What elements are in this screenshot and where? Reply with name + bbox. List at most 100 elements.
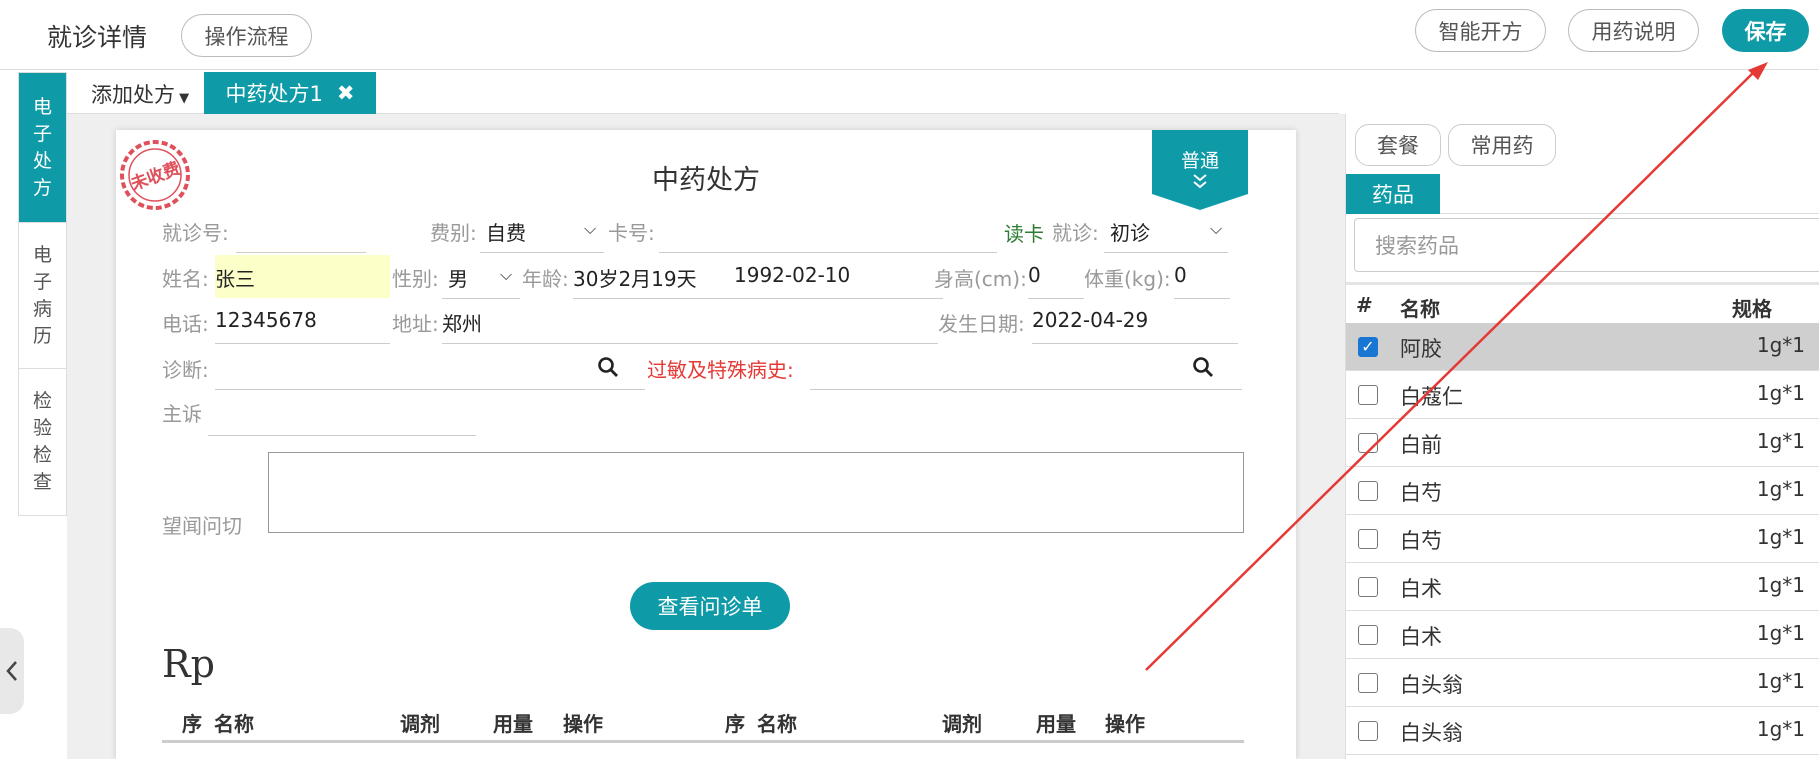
tab-drugs[interactable]: 药品 [1346, 174, 1440, 214]
collapse-handle[interactable] [0, 628, 24, 714]
chevron-down-icon: ⌵ [584, 219, 597, 238]
address-underline [442, 343, 938, 344]
tab-e-medical-record[interactable]: 电 子 病 历 [19, 223, 66, 369]
row-checkbox[interactable] [1358, 481, 1378, 501]
gender-select[interactable]: 男 [448, 263, 468, 292]
drug-name: 白术 [1400, 625, 1442, 649]
row-checkbox[interactable]: ✓ [1358, 337, 1378, 357]
weight-underline [1174, 298, 1230, 299]
tab-lab-exam[interactable]: 检 验 检 查 [19, 369, 66, 515]
prescription-tabbar: 添加处方 ▼ 中药处方1 ✖ [67, 72, 1339, 114]
tab-char: 验 [32, 417, 52, 439]
drug-row[interactable]: 白芍 1g*1 [1346, 515, 1819, 563]
visit-label: 就诊: [1052, 221, 1099, 245]
common-drugs-button[interactable]: 常用药 [1448, 124, 1556, 166]
age-label: 年龄: [522, 267, 569, 291]
drug-spec: 1g*1 [1756, 669, 1805, 693]
drug-name: 白芍 [1400, 529, 1442, 553]
search-icon[interactable] [1192, 356, 1214, 378]
drug-row[interactable]: 白头翁 1g*1 [1346, 707, 1819, 755]
visit-no-label: 就诊号: [162, 221, 229, 245]
prescription-type-dropdown[interactable]: 普通 [1152, 130, 1248, 210]
address-label: 地址: [392, 312, 439, 336]
drug-row[interactable]: ✓ 阿胶 1g*1 [1346, 323, 1819, 371]
card-no-input[interactable] [659, 252, 997, 253]
weight-input[interactable]: 0 [1174, 263, 1187, 287]
process-button[interactable]: 操作流程 [181, 14, 312, 57]
fee-type-label: 费别: [430, 221, 477, 245]
caret-down-icon: ▼ [175, 91, 190, 106]
height-input[interactable]: 0 [1028, 263, 1041, 287]
col-dosage-2: 用量 [1036, 712, 1076, 736]
drug-row[interactable]: 白芍 1g*1 [1346, 467, 1819, 515]
card-no-label: 卡号: [608, 221, 655, 245]
drug-row[interactable]: 白头翁 1g*1 [1346, 659, 1819, 707]
drug-name: 白头翁 [1400, 673, 1463, 697]
fee-type-select[interactable]: 自费 [486, 217, 526, 246]
tab-char: 子 [32, 270, 52, 293]
drug-spec: 1g*1 [1756, 477, 1805, 501]
fee-type-underline [480, 252, 604, 253]
drug-spec: 1g*1 [1756, 621, 1805, 645]
address-input[interactable]: 郑州 [442, 308, 482, 337]
diagnosis-label: 诊断: [162, 358, 209, 382]
col-index: # [1356, 293, 1373, 317]
header-bar: 就诊详情 操作流程 智能开方 用药说明 保存 [0, 0, 1819, 70]
close-icon[interactable]: ✖ [337, 81, 355, 105]
search-icon[interactable] [597, 356, 619, 378]
drug-spec: 1g*1 [1756, 525, 1805, 549]
row-checkbox[interactable] [1358, 433, 1378, 453]
complaint-input[interactable] [208, 435, 476, 436]
side-tabs: 电 子 处 方 电 子 病 历 检 验 检 查 [18, 72, 67, 516]
tab-char: 电 [32, 243, 52, 266]
view-questionnaire-button[interactable]: 查看问诊单 [630, 582, 790, 630]
read-card-link[interactable]: 读卡 [1004, 218, 1044, 247]
double-chevron-down-icon [1193, 174, 1207, 189]
save-button[interactable]: 保存 [1722, 9, 1809, 52]
row-checkbox[interactable] [1358, 577, 1378, 597]
allergy-history-input[interactable] [810, 389, 1242, 390]
col-name: 名称 [1400, 297, 1440, 321]
tab-label: 中药处方1 [225, 82, 323, 106]
col-name-2: 名称 [757, 712, 797, 736]
visit-no-underline [236, 252, 366, 253]
tab-char: 查 [32, 471, 52, 493]
drug-row[interactable]: 白术 1g*1 [1346, 611, 1819, 659]
drug-panel: 套餐 常用药 药品 搜索药品 # 名称 规格 ✓ 阿胶 1g*1 白蔻仁 1g*… [1345, 114, 1819, 759]
phone-input[interactable]: 12345678 [215, 308, 317, 332]
drug-spec: 1g*1 [1756, 333, 1805, 357]
drug-search-input[interactable]: 搜索药品 [1354, 218, 1819, 272]
visit-type-select[interactable]: 初诊 [1110, 217, 1150, 246]
diagnosis-input[interactable] [215, 389, 645, 390]
smart-rx-button[interactable]: 智能开方 [1415, 9, 1546, 52]
drug-name: 白前 [1400, 433, 1442, 457]
row-checkbox[interactable] [1358, 721, 1378, 741]
drug-name: 白术 [1400, 577, 1442, 601]
exam-label: 望闻问切 [162, 514, 242, 538]
height-label: 身高(cm): [934, 267, 1027, 291]
drug-row[interactable]: 白蔻仁 1g*1 [1346, 371, 1819, 419]
birthdate-input[interactable]: 1992-02-10 [734, 263, 850, 287]
exam-textarea[interactable] [268, 452, 1244, 533]
tab-tcm-prescription-1[interactable]: 中药处方1 ✖ [204, 72, 376, 114]
package-button[interactable]: 套餐 [1355, 124, 1441, 166]
age-underline [573, 298, 943, 299]
add-prescription-label: 添加处方 [91, 83, 175, 107]
row-checkbox[interactable] [1358, 385, 1378, 405]
row-checkbox[interactable] [1358, 673, 1378, 693]
tab-e-prescription[interactable]: 电 子 处 方 [19, 73, 66, 223]
row-checkbox[interactable] [1358, 529, 1378, 549]
col-dosage: 用量 [493, 712, 533, 736]
col-dispense: 调剂 [400, 712, 440, 736]
row-checkbox[interactable] [1358, 625, 1378, 645]
drug-row[interactable]: 白前 1g*1 [1346, 419, 1819, 467]
drug-row[interactable]: 白术 1g*1 [1346, 563, 1819, 611]
drug-spec: 1g*1 [1756, 573, 1805, 597]
onset-date-input[interactable]: 2022-04-29 [1032, 308, 1148, 332]
drug-usage-button[interactable]: 用药说明 [1568, 9, 1699, 52]
col-dispense-2: 调剂 [942, 712, 982, 736]
col-index-2: 序 [725, 712, 745, 736]
add-prescription-dropdown[interactable]: 添加处方 ▼ [91, 79, 189, 109]
drug-name: 白蔻仁 [1400, 385, 1463, 409]
chevron-down-icon: ⌵ [500, 265, 513, 284]
